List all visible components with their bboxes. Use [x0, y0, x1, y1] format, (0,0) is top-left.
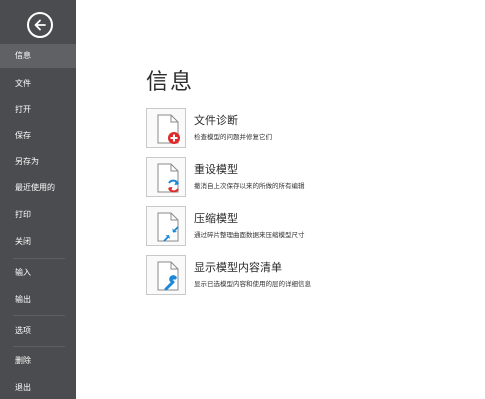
menu-item-exit[interactable]: 退出	[0, 376, 76, 399]
action-title: 压缩模型	[194, 212, 238, 225]
menu-item-save[interactable]: 保存	[0, 124, 76, 148]
page-title: 信息	[146, 70, 195, 95]
action-description: 检查模型的问题并修复它们	[194, 133, 272, 141]
backstage-sidebar: 信息 文件 打开 保存 另存为 最近使用的 打印 关闭 输入 输出 选项 删除 …	[0, 0, 76, 399]
diagnose-file-button[interactable]: 文件诊断 检查模型的问题并修复它们	[146, 108, 446, 150]
document-compress-icon	[146, 206, 186, 246]
action-title: 文件诊断	[194, 114, 238, 127]
action-description: 显示已选模型内容和使用的层的详细信息	[194, 280, 311, 288]
menu-item-delete[interactable]: 删除	[0, 349, 76, 373]
document-content-list-icon	[146, 255, 186, 295]
action-title: 显示模型内容清单	[194, 261, 282, 274]
reset-model-button[interactable]: 重设模型 撤消自上次保存以来的所做的所有编辑	[146, 157, 446, 199]
menu-item-print[interactable]: 打印	[0, 203, 76, 227]
menu-item-options[interactable]: 选项	[0, 319, 76, 343]
menu-divider	[13, 258, 65, 259]
menu-item-recent[interactable]: 最近使用的	[0, 176, 76, 200]
main-panel	[76, 0, 485, 399]
menu-item-save-as[interactable]: 另存为	[0, 150, 76, 174]
compress-model-button[interactable]: 压缩模型 通过碎片整理曲面数据来压缩模型尺寸	[146, 206, 446, 248]
menu-divider	[13, 315, 65, 316]
menu-item-file[interactable]: 文件	[0, 72, 76, 96]
document-reset-icon	[146, 157, 186, 197]
back-arrow-icon[interactable]	[27, 12, 53, 38]
menu-item-export[interactable]: 输出	[0, 288, 76, 312]
action-title: 重设模型	[194, 163, 238, 176]
menu-item-close[interactable]: 关闭	[0, 230, 76, 254]
menu-divider	[13, 346, 65, 347]
menu-item-open[interactable]: 打开	[0, 98, 76, 122]
document-diagnose-icon	[146, 108, 186, 148]
menu-item-import[interactable]: 输入	[0, 261, 76, 285]
show-content-list-button[interactable]: 显示模型内容清单 显示已选模型内容和使用的层的详细信息	[146, 255, 446, 297]
action-description: 撤消自上次保存以来的所做的所有编辑	[194, 182, 305, 190]
action-description: 通过碎片整理曲面数据来压缩模型尺寸	[194, 231, 305, 239]
menu-item-info[interactable]: 信息	[0, 44, 76, 68]
